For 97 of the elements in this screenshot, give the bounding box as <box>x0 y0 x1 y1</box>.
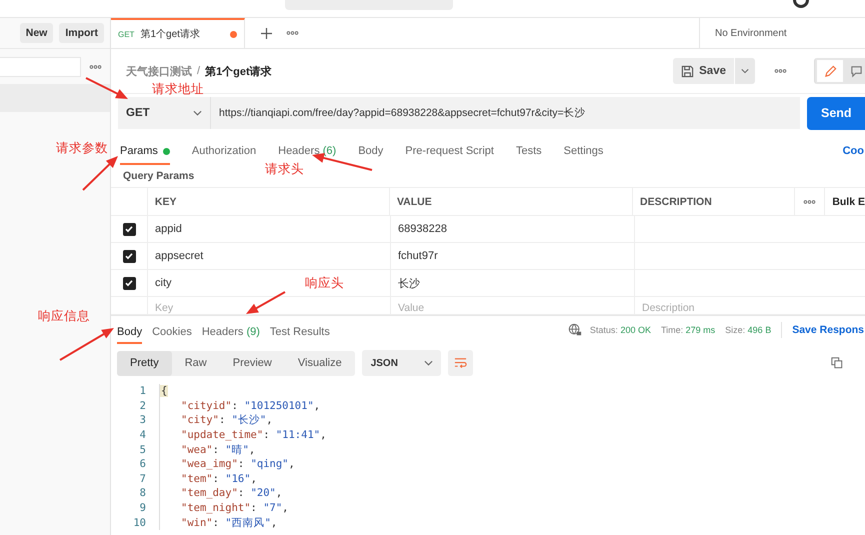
view-mode-tab[interactable]: Raw <box>172 350 220 376</box>
request-option-tab[interactable]: Body <box>358 145 384 165</box>
annotation-label: 响应头 <box>305 275 344 292</box>
input-field[interactable]: Description <box>642 302 843 314</box>
cookies-link[interactable]: Coo <box>842 145 864 165</box>
code-line: "tem": "16", <box>159 472 257 486</box>
line-number: 4 <box>138 429 146 442</box>
param-key[interactable]: appid <box>155 223 182 235</box>
save-button[interactable]: Save <box>673 58 734 84</box>
checkbox[interactable] <box>122 222 136 236</box>
pencil-icon <box>824 64 836 78</box>
edit-button[interactable] <box>817 60 843 82</box>
request-option-tab[interactable]: Authorization <box>192 145 256 165</box>
check-icon <box>124 278 134 288</box>
line-number: 6 <box>138 458 146 470</box>
annotation-arrow <box>82 156 118 191</box>
checkbox[interactable] <box>122 276 136 290</box>
input-field[interactable]: Key <box>155 302 366 314</box>
request-name: 第1个get请求 <box>205 64 272 78</box>
request-option-tab[interactable]: Settings <box>564 145 604 165</box>
environment-select[interactable]: No Environment <box>699 18 865 48</box>
save-response-link[interactable]: Save Respons <box>792 324 864 336</box>
url-field[interactable]: https://tianqiapi.com/free/day?appid=68938228&appsecret=fchut97r&city=长沙 <box>211 97 800 129</box>
request-tab[interactable]: GET 第1个get请求 <box>111 18 245 48</box>
code-line: "city": "长沙", <box>159 413 273 428</box>
annotation-label: 请求地址 <box>152 81 204 98</box>
param-value[interactable]: fchut97r <box>398 250 438 262</box>
code-line: "wea": "晴", <box>159 442 256 457</box>
method-select[interactable]: GET <box>118 97 211 129</box>
bulk-edit-link[interactable]: Bulk E <box>832 196 865 208</box>
line-number: 10 <box>132 516 146 529</box>
add-tab-icon[interactable] <box>261 28 272 38</box>
more-icon[interactable] <box>803 198 816 204</box>
line-number: 5 <box>138 444 146 456</box>
view-mode-tab[interactable]: Preview <box>220 350 285 376</box>
section-title: Query Params <box>123 170 194 182</box>
line-number: 1 <box>138 385 146 398</box>
more-icon[interactable] <box>89 64 102 70</box>
code-line: "tem_night": "7", <box>159 500 288 516</box>
param-value[interactable]: 长沙 <box>398 276 420 290</box>
request-option-tab[interactable]: Params <box>120 145 170 165</box>
sidebar-button[interactable]: New <box>20 23 54 43</box>
breadcrumb-separator: / <box>197 65 200 77</box>
code-line: "update_time": "11:41", <box>159 428 326 442</box>
format-select[interactable]: JSON <box>362 350 441 376</box>
code-line: "cityid": "101250101", <box>159 398 320 414</box>
column-header: VALUE <box>396 196 432 208</box>
code-line: "tem_day": "20", <box>159 486 282 501</box>
line-number: 3 <box>138 414 146 426</box>
annotation-label: 响应信息 <box>38 308 90 325</box>
annotation-arrow <box>246 291 286 314</box>
response-tab[interactable]: Cookies <box>152 320 192 344</box>
annotation-label: 请求头 <box>265 161 304 178</box>
more-icon[interactable] <box>774 68 787 74</box>
sidebar-button[interactable]: Import <box>59 23 104 43</box>
column-header: DESCRIPTION <box>640 196 712 208</box>
response-tab[interactable]: Body <box>117 320 142 344</box>
save-icon <box>681 64 694 78</box>
globe-icon[interactable] <box>568 323 582 337</box>
code-line: { <box>159 384 168 399</box>
filter-field[interactable] <box>0 56 81 76</box>
response-tab[interactable]: Test Results <box>270 320 330 344</box>
view-mode-tab[interactable]: Pretty <box>117 350 172 376</box>
comment-icon <box>850 64 862 78</box>
line-number: 9 <box>138 502 146 514</box>
check-icon <box>124 251 134 261</box>
response-tab[interactable]: Headers (9) <box>202 320 260 344</box>
param-key[interactable]: appsecret <box>155 250 204 262</box>
code-line: "win": "西南风", <box>159 515 278 530</box>
param-value[interactable]: 68938228 <box>398 223 447 235</box>
annotation-arrow <box>86 77 128 99</box>
request-option-tab[interactable]: Tests <box>516 145 542 165</box>
view-mode-tab[interactable]: Visualize <box>284 350 355 376</box>
copy-icon[interactable] <box>831 357 843 369</box>
column-header: KEY <box>154 196 176 208</box>
send-button[interactable]: Send <box>807 96 865 130</box>
check-icon <box>124 224 134 234</box>
annotation-label: 请求参数 <box>56 140 108 157</box>
wrap-icon <box>454 357 467 369</box>
annotation-arrow <box>60 328 114 361</box>
response-meta: Time: 279 ms <box>660 325 716 335</box>
more-icon[interactable] <box>286 30 299 36</box>
checkbox[interactable] <box>122 250 136 262</box>
response-meta: Status: 200 OK <box>590 325 651 335</box>
breadcrumb-link[interactable]: 天气接口测试 <box>126 64 192 78</box>
response-meta: Size: 496 B <box>725 325 772 335</box>
line-number: 7 <box>138 472 146 485</box>
request-option-tab[interactable]: Pre-request Script <box>405 145 494 165</box>
wrap-lines-button[interactable] <box>448 350 473 376</box>
code-line: "wea_img": "qing", <box>159 456 295 472</box>
input-field[interactable]: Value <box>398 302 610 314</box>
line-number: 8 <box>138 487 146 500</box>
caret-icon <box>741 68 749 74</box>
line-number: 2 <box>138 400 146 412</box>
caret-icon <box>193 110 202 116</box>
caret-icon <box>424 360 433 366</box>
param-key[interactable]: city <box>155 277 172 289</box>
